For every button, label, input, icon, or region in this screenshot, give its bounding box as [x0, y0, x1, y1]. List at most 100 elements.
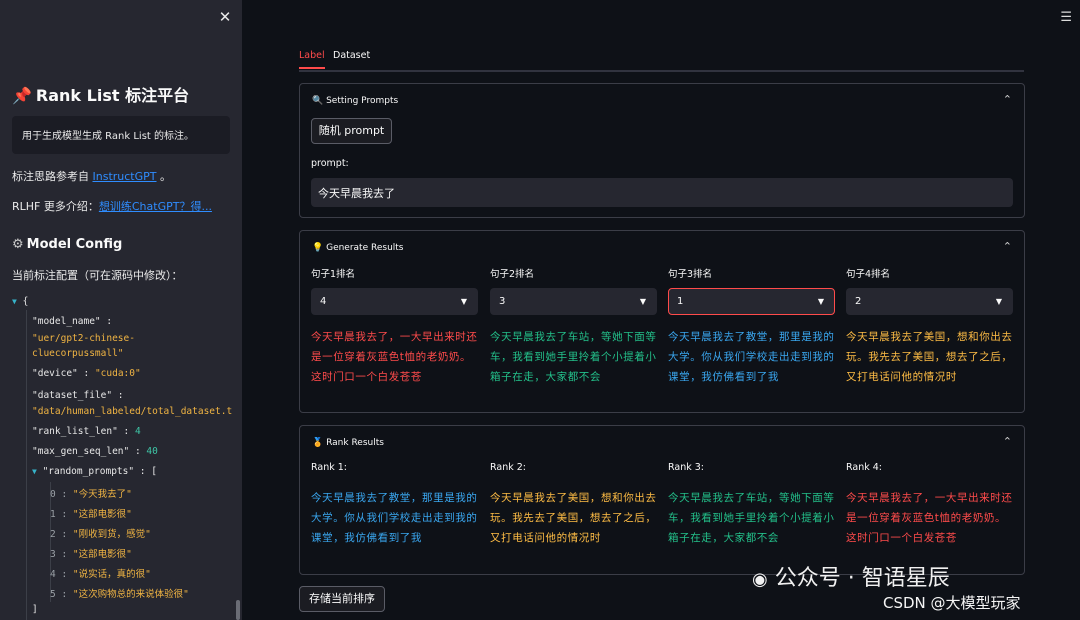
reference-line: 标注思路参考自 InstructGPT 。	[12, 168, 171, 184]
json-string: "刚收到货，感觉"	[72, 529, 151, 540]
watermark-line-1: 公众号 · 智语星辰	[774, 566, 950, 591]
main-content: ☰ Label Dataset 🔍 Setting Prompts ⌃ 随机 p…	[242, 0, 1080, 620]
generated-sentence-3: 今天早晨我去了教堂，那里是我的大学。你从我们学校走出走到我的课堂，我仿佛看到了我	[668, 331, 835, 383]
ranked-sentence-2: 今天早晨我去了美国，想和你出去玩。我先去了美国，想去了之后，又打电话问他的情况时	[490, 492, 657, 544]
sentence-2-rank-label: 句子2排名	[490, 269, 535, 280]
json-index: 4 :	[50, 569, 68, 580]
select-value: 1	[677, 296, 684, 307]
tab-dataset[interactable]: Dataset	[333, 50, 370, 67]
json-key: "model_name" :	[32, 316, 113, 327]
tab-label[interactable]: Label	[299, 50, 325, 69]
json-index: 1 :	[50, 509, 68, 520]
collapse-triangle-icon[interactable]: ▼	[32, 467, 37, 476]
model-config-title: Model Config	[26, 237, 123, 252]
config-caption: 当前标注配置（可在源码中修改）：	[12, 269, 183, 282]
sidebar-description: 用于生成模型生成 Rank List 的标注。	[12, 116, 230, 154]
prompt-label: prompt:	[311, 158, 349, 169]
caret-down-icon: ▼	[995, 297, 1002, 306]
json-string: "data/human_labeled/total_dataset.t	[32, 406, 233, 417]
tab-bar: Label Dataset	[299, 48, 1024, 72]
select-value: 3	[499, 296, 506, 307]
json-string: "说实话，真的很"	[72, 569, 151, 580]
rlhf-link[interactable]: 想训练ChatGPT？得...	[99, 200, 212, 213]
json-string: cluecorpussmall"	[32, 348, 124, 359]
setting-prompts-header[interactable]: 🔍 Setting Prompts	[312, 96, 398, 106]
hamburger-menu-icon[interactable]: ☰	[1060, 10, 1072, 25]
lightbulb-icon: 💡	[312, 243, 324, 253]
medal-icon: 🏅	[312, 438, 324, 448]
sentence-2-rank-select[interactable]: 3 ▼	[490, 288, 657, 315]
json-index: 2 :	[50, 529, 68, 540]
json-string: "uer/gpt2-chinese-	[32, 333, 135, 344]
select-value: 4	[320, 296, 327, 307]
generated-sentence-1: 今天早晨我去了，一大早出来时还是一位穿着灰蓝色t恤的老奶奶。这时门口一个白发苍苍	[311, 331, 478, 383]
json-key: "rank_list_len" :	[32, 426, 130, 437]
ranked-sentence-1: 今天早晨我去了教堂，那里是我的大学。你从我们学校走出走到我的课堂，我仿佛看到了我	[311, 492, 478, 544]
json-string: "这部电影很"	[72, 509, 132, 520]
reference-suffix: 。	[160, 170, 171, 183]
sentence-4-rank-select[interactable]: 2 ▼	[846, 288, 1013, 315]
json-open-brace: {	[22, 296, 29, 307]
json-key: "random_prompts" : [	[42, 466, 157, 477]
sidebar-title-text: Rank List 标注平台	[35, 86, 190, 105]
rank-1-label: Rank 1:	[311, 462, 348, 473]
json-key: "dataset_file" :	[32, 390, 124, 401]
json-number: 40	[146, 446, 158, 457]
wechat-icon: ◉	[752, 569, 768, 590]
sentence-1-rank-label: 句子1排名	[311, 269, 356, 280]
json-close-bracket: ]	[32, 604, 38, 615]
json-index: 5 :	[50, 589, 68, 600]
json-string: "这次购物总的来说体验很"	[72, 589, 189, 600]
json-string: "这部电影很"	[72, 549, 132, 560]
watermark-wechat: ◉ 公众号 · 智语星辰	[752, 560, 950, 592]
chevron-up-icon[interactable]: ⌃	[1003, 240, 1012, 253]
rank-4-label: Rank 4:	[846, 462, 883, 473]
generated-sentence-4: 今天早晨我去了美国，想和你出去玩。我先去了美国，想去了之后，又打电话问他的情况时	[846, 331, 1013, 383]
app-window: ✕ 📌 Rank List 标注平台 用于生成模型生成 Rank List 的标注…	[0, 0, 1080, 620]
sidebar: ✕ 📌 Rank List 标注平台 用于生成模型生成 Rank List 的标注…	[0, 0, 242, 620]
generate-results-header[interactable]: 💡 Generate Results	[312, 243, 404, 253]
close-icon[interactable]: ✕	[216, 8, 234, 26]
json-string: "cuda:0"	[94, 368, 141, 379]
watermark-csdn: CSDN @大模型玩家	[883, 594, 1021, 612]
setting-prompts-panel: 🔍 Setting Prompts ⌃ 随机 prompt prompt: 今天…	[299, 83, 1025, 218]
ranked-sentence-3: 今天早晨我去了车站，等她下面等车，我看到她手里拎着个小提着小箱子在走，大家都不会	[668, 492, 835, 544]
json-indent-guide	[50, 482, 51, 602]
json-string: "今天我去了"	[72, 489, 132, 500]
sentence-3-rank-label: 句子3排名	[668, 269, 713, 280]
prompt-input[interactable]: 今天早晨我去了	[311, 178, 1013, 207]
magnifier-icon: 🔍	[312, 96, 324, 106]
json-key: "max_gen_seq_len" :	[32, 446, 141, 457]
caret-down-icon: ▼	[817, 297, 824, 306]
caret-down-icon: ▼	[639, 297, 646, 306]
rank-results-panel: 🏅 Rank Results ⌃ Rank 1: Rank 2: Rank 3:…	[299, 425, 1025, 575]
sentence-3-rank-select[interactable]: 1 ▼	[668, 288, 835, 315]
setting-prompts-title: Setting Prompts	[326, 96, 399, 106]
json-key: "device" :	[32, 368, 90, 379]
generate-results-title: Generate Results	[326, 243, 404, 253]
save-ranking-button[interactable]: 存储当前排序	[299, 586, 385, 612]
chevron-up-icon[interactable]: ⌃	[1003, 435, 1012, 448]
rlhf-line: RLHF 更多介绍：想训练ChatGPT？得...	[12, 198, 212, 214]
json-index: 3 :	[50, 549, 68, 560]
sidebar-title: 📌 Rank List 标注平台	[12, 82, 189, 106]
sidebar-scrollbar[interactable]	[236, 600, 240, 620]
rank-results-header[interactable]: 🏅 Rank Results	[312, 438, 384, 448]
generated-sentence-2: 今天早晨我去了车站，等她下面等车，我看到她手里拎着个小提着小箱子在走，大家都不会	[490, 331, 657, 383]
generate-results-panel: 💡 Generate Results ⌃ 句子1排名 句子2排名 句子3排名 句…	[299, 230, 1025, 413]
rank-results-title: Rank Results	[326, 438, 384, 448]
sentence-1-rank-select[interactable]: 4 ▼	[311, 288, 478, 315]
pushpin-icon: 📌	[12, 86, 32, 105]
chevron-up-icon[interactable]: ⌃	[1003, 93, 1012, 106]
gear-icon: ⚙	[12, 237, 24, 252]
collapse-triangle-icon[interactable]: ▼	[12, 297, 17, 306]
sentence-4-rank-label: 句子4排名	[846, 269, 891, 280]
model-config-heading: ⚙ Model Config	[12, 237, 122, 252]
rlhf-prefix: RLHF 更多介绍：	[12, 200, 99, 213]
ranked-sentence-4: 今天早晨我去了，一大早出来时还是一位穿着灰蓝色t恤的老奶奶。这时门口一个白发苍苍	[846, 492, 1013, 544]
instructgpt-link[interactable]: InstructGPT	[93, 170, 157, 183]
random-prompt-button[interactable]: 随机 prompt	[311, 118, 392, 144]
select-value: 2	[855, 296, 862, 307]
rank-2-label: Rank 2:	[490, 462, 527, 473]
reference-prefix: 标注思路参考自	[12, 170, 89, 183]
